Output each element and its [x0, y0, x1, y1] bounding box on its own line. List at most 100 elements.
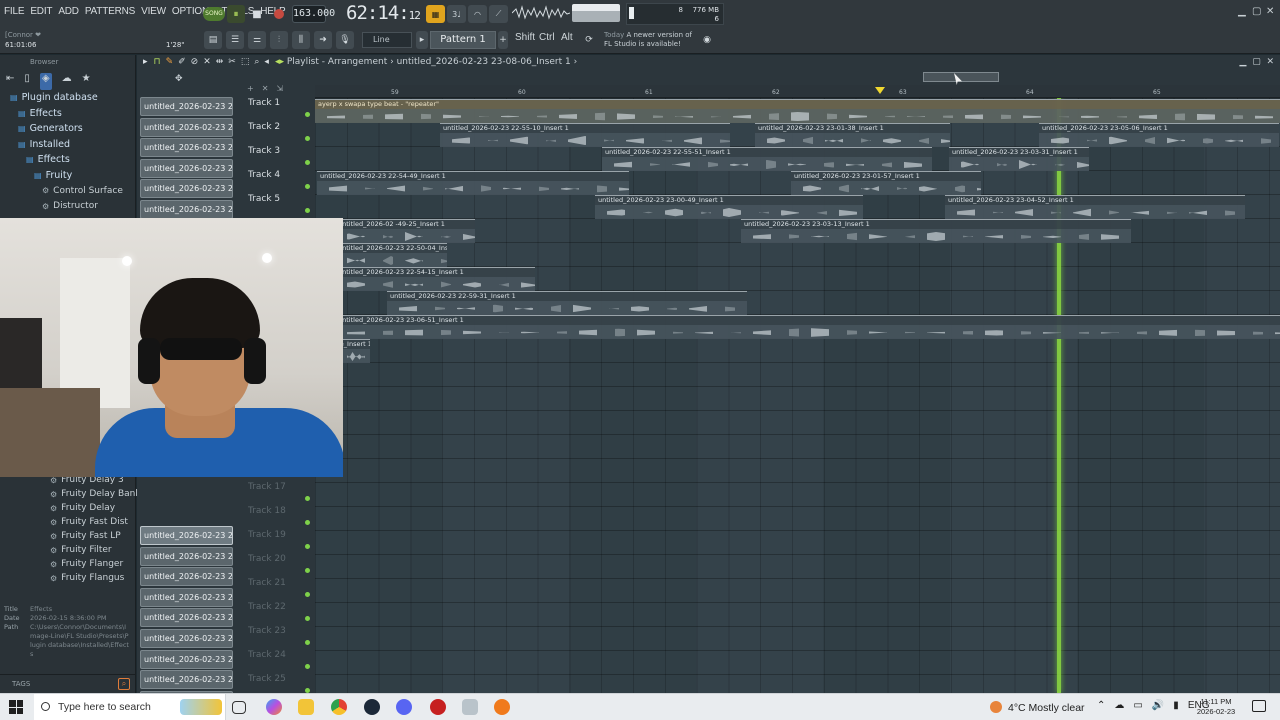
browser-item[interactable]: ⚙ Distructor [0, 199, 135, 215]
audio-clip[interactable]: untitled_2026-02-23 23-05-06_Insert 1 [1039, 123, 1279, 147]
track-header[interactable]: Track 24 [244, 650, 312, 674]
onedrive-icon[interactable]: ☁ [1114, 700, 1124, 711]
song-mode-toggle[interactable]: SONG [203, 7, 225, 21]
pattern-item[interactable]: untitled_2026-02-23 22- [140, 117, 233, 137]
track-mute-led[interactable] [305, 592, 310, 597]
audio-clip[interactable]: untitled_2026-02-23 22-54-49_Insert 1 [317, 171, 629, 195]
audio-clip[interactable]: untitled_2026-02 -49-25_Insert 1 [335, 219, 475, 243]
track-header[interactable]: Track 22 [244, 602, 312, 626]
track-header[interactable]: Track 5 [244, 194, 312, 218]
browser-item[interactable]: ▤ Fruity [0, 168, 135, 184]
shift-key-toggle[interactable]: Shift [515, 32, 535, 43]
timeline-ruler[interactable]: 59 60 61 62 63 64 65 [315, 85, 1280, 98]
battery-icon[interactable]: ▮ [1173, 700, 1179, 711]
alt-key-toggle[interactable]: Alt [561, 32, 573, 43]
browser-item[interactable]: ⚙ Fruity Fast LP [0, 529, 136, 543]
snap-select[interactable]: Line [362, 32, 412, 48]
task-view-icon[interactable] [232, 701, 246, 714]
master-volume-meter[interactable] [572, 4, 620, 22]
pattern-item[interactable]: untitled_2026-02-23 23- [140, 670, 233, 690]
audio-clip[interactable]: untitled_2026-02-23 22-55-51_Insert 1 [602, 147, 932, 171]
channel-rack-icon[interactable]: ⚌ [248, 31, 266, 49]
mute-icon[interactable]: ✕ [203, 57, 211, 67]
app-icon[interactable] [430, 699, 446, 715]
expand-icon[interactable]: ⇲ [276, 84, 283, 96]
select-icon[interactable]: ⬚ [241, 57, 250, 67]
audio-clip[interactable]: untitled_2026-02-23 23-00-49_Insert 1 [595, 195, 863, 219]
minimize-icon[interactable]: ▁ [1238, 6, 1246, 17]
microphone-icon[interactable]: 🎙 [336, 31, 354, 49]
audio-clip[interactable]: untitled_2026-02-23 22-50-04_Insert 1 [335, 243, 447, 267]
news-panel[interactable]: Today A newer version of FL Studio is av… [604, 31, 692, 49]
playhead[interactable] [1057, 98, 1061, 693]
close-icon[interactable]: ✕ [1266, 6, 1274, 17]
track-header[interactable]: Track 1 [244, 98, 312, 122]
browser-item[interactable]: ▤ Generators [0, 121, 135, 137]
pattern-item[interactable]: untitled_2026-02-23 22- [140, 179, 233, 199]
browser-item[interactable]: ⚙ Fruity Fast Dist [0, 515, 136, 529]
steam-icon[interactable] [364, 699, 380, 715]
track-header[interactable]: Track 17 [244, 482, 312, 506]
volume-icon[interactable]: 🔊 [1152, 700, 1164, 711]
pattern-add-icon[interactable]: + [498, 31, 508, 49]
playhead-marker-icon[interactable] [875, 87, 885, 94]
cloud-icon[interactable]: ☁ [62, 73, 72, 90]
paint-icon[interactable]: ✐ [178, 57, 186, 67]
browser-item[interactable]: ⚙ Fruity Delay Bank [0, 487, 141, 501]
tempo-display[interactable]: 163.000 [292, 5, 335, 23]
playlist-minimize-icon[interactable]: ▁ [1240, 57, 1247, 67]
menu-view[interactable]: VIEW [141, 6, 166, 17]
pattern-item[interactable]: untitled_2026-02-23 22- [140, 97, 233, 116]
track-mute-led[interactable] [305, 112, 310, 117]
search-highlight-icon[interactable] [180, 699, 222, 715]
menu-file[interactable]: FILE [4, 6, 25, 17]
track-header[interactable]: Track 19 [244, 530, 312, 554]
record-button[interactable] [270, 5, 288, 23]
menu-edit[interactable]: EDIT [30, 6, 52, 17]
plugin-icon[interactable]: ◈ [39, 73, 52, 90]
remove-icon[interactable]: ✕ [262, 84, 269, 96]
track-mute-led[interactable] [305, 208, 310, 213]
notification-icon[interactable] [1252, 700, 1266, 712]
weather-widget[interactable]: 4°C Mostly clear [990, 701, 1085, 714]
audio-clip[interactable]: untitled_2026-02-23 22-55-10_Insert 1 [440, 123, 730, 147]
pattern-item[interactable]: untitled_2026-02-23 23- [140, 587, 233, 607]
step-edit-button[interactable]: ◠ [468, 5, 487, 23]
audio-clip[interactable]: untitled_2026-02-23 22-59-31_Insert 1 [387, 291, 747, 315]
browser-item[interactable]: ⚙ Fruity Filter [0, 543, 136, 557]
track-mute-led[interactable] [305, 520, 310, 525]
pattern-prev-icon[interactable]: ▸ [416, 31, 428, 49]
app-window-icon[interactable] [462, 699, 478, 715]
audio-clip[interactable]: untitled_2026-02-23 23-06-51_Insert 1 [335, 315, 1280, 339]
playback-icon[interactable]: ◂ [264, 57, 269, 67]
menu-add[interactable]: ADD [58, 6, 79, 17]
browser-item[interactable]: ⚙ Fruity Flanger [0, 557, 136, 571]
globe-icon[interactable]: ◉ [698, 31, 716, 49]
track-mute-led[interactable] [305, 160, 310, 165]
move-icon[interactable]: ✥ [175, 74, 183, 84]
track-mute-led[interactable] [305, 568, 310, 573]
pattern-item[interactable]: untitled_2026-02-23 23- [140, 526, 233, 545]
pattern-item[interactable]: untitled_2026-02-23 23- [140, 649, 233, 669]
pattern-selector[interactable]: Pattern 1 [430, 31, 496, 49]
copilot-icon[interactable] [266, 699, 282, 715]
collapse-icon[interactable]: ⇤ [6, 73, 14, 90]
menu-patterns[interactable]: PATTERNS [85, 6, 135, 17]
playlist-view-icon[interactable]: ▤ [204, 31, 222, 49]
audio-clip[interactable]: untitled_2026-02-23 23-01-57_Insert 1 [791, 171, 981, 195]
star-icon[interactable]: ★ [82, 73, 91, 90]
pencil-icon[interactable]: ✎ [166, 57, 174, 67]
pattern-item[interactable]: untitled_2026-02-23 22- [140, 158, 233, 178]
browser-item[interactable]: ⚙ Fruity Delay [0, 501, 136, 515]
track-mute-led[interactable] [305, 640, 310, 645]
metronome-button[interactable]: ▦ [426, 5, 445, 23]
track-header[interactable]: Track 20 [244, 554, 312, 578]
track-header[interactable]: Track 2 [244, 122, 312, 146]
discord-icon[interactable] [396, 699, 412, 715]
audio-clip[interactable]: untitled_2026-02-23 22-54-15_Insert 1 [335, 267, 535, 291]
browser-item[interactable]: ⚙ Fruity Flangus [0, 571, 136, 585]
track-header[interactable]: Track 3 [244, 146, 312, 170]
taskbar-clock[interactable]: 11:11 PM 2026-02-23 [1196, 697, 1236, 717]
track-header[interactable]: Track 4 [244, 170, 312, 194]
delete-icon[interactable]: ⊘ [191, 57, 199, 67]
